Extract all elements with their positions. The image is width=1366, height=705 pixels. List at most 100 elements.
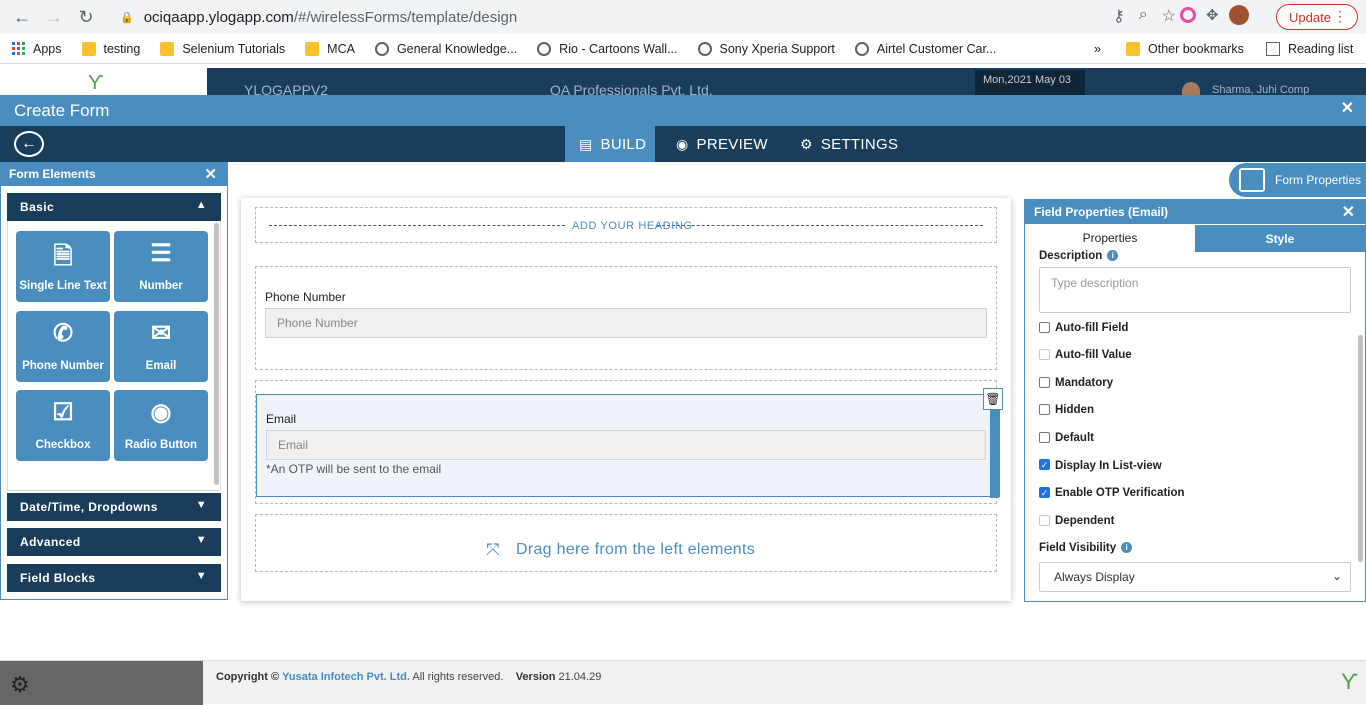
gear-icon[interactable]: ⚙: [10, 672, 30, 698]
description-label-text: Description: [1039, 250, 1103, 262]
element-radio-button[interactable]: ◉ Radio Button: [114, 390, 208, 461]
reading-list[interactable]: Reading list: [1266, 41, 1353, 56]
auto-fill-field-checkbox[interactable]: [1039, 322, 1050, 333]
default-checkbox[interactable]: [1039, 432, 1050, 443]
email-input[interactable]: Email: [266, 430, 986, 460]
user-avatar[interactable]: [1182, 82, 1200, 96]
key-icon[interactable]: ⚷: [1113, 6, 1125, 26]
bookmark-label: Other bookmarks: [1148, 41, 1244, 56]
bookmark-mca[interactable]: MCA: [305, 41, 355, 56]
back-button[interactable]: ←: [14, 131, 44, 157]
tab-label: SETTINGS: [820, 135, 899, 153]
element-checkbox[interactable]: ☑ Checkbox: [16, 390, 110, 461]
tab-settings[interactable]: ⚙ SETTINGS: [800, 126, 898, 162]
tab-build[interactable]: ▤ BUILD: [565, 126, 655, 162]
auto-fill-value-label: Auto-fill Value: [1055, 349, 1132, 361]
app-logo: ϒ: [0, 68, 207, 96]
close-icon[interactable]: ✕: [204, 165, 217, 183]
back-arrow-icon[interactable]: ←: [6, 1, 38, 33]
update-button[interactable]: Update ⋮: [1276, 4, 1358, 30]
drag-handle[interactable]: [990, 395, 999, 498]
bookmark-general-knowledge[interactable]: General Knowledge...: [374, 41, 517, 56]
drag-here-text: Drag here from the left elements: [516, 541, 756, 558]
zoom-icon[interactable]: ⌕: [1139, 6, 1148, 26]
menu-dots-icon[interactable]: ⋮: [1333, 8, 1347, 25]
tab-label: Properties: [1082, 231, 1138, 245]
otp-note: *An OTP will be sent to the email: [266, 462, 442, 476]
folder-icon: [81, 41, 96, 56]
bookmark-sony[interactable]: Sony Xperia Support: [697, 41, 835, 56]
bookmark-selenium[interactable]: Selenium Tutorials: [160, 41, 286, 56]
field-properties-title: Field Properties (Email): [1034, 205, 1169, 219]
puzzle-icon[interactable]: ✥: [1206, 6, 1219, 24]
gear-icon: ⚙: [800, 135, 813, 152]
arrow-left-icon: ←: [21, 135, 37, 152]
reading-list-icon: [1266, 41, 1280, 56]
element-phone-number[interactable]: ✆ Phone Number: [16, 311, 110, 382]
tab-label: BUILD: [600, 135, 647, 153]
bookmark-label: Selenium Tutorials: [182, 41, 286, 56]
bookmarks-overflow[interactable]: »: [1094, 42, 1101, 56]
bookmark-rio[interactable]: Rio - Cartoons Wall...: [537, 41, 678, 56]
display-in-list-view-checkbox[interactable]: ✓: [1039, 459, 1050, 470]
field-properties-tabs: Properties Style: [1025, 225, 1365, 252]
element-number[interactable]: ☰ Number: [114, 231, 208, 302]
field-visibility-select[interactable]: Always Display ⌄: [1039, 562, 1351, 592]
element-email[interactable]: ✉ Email: [114, 311, 208, 382]
section-datetime-dropdowns[interactable]: Date/Time, Dropdowns ▼: [7, 493, 221, 521]
info-icon[interactable]: i: [1107, 250, 1119, 261]
auto-fill-value-checkbox[interactable]: [1039, 349, 1050, 360]
phone-field-label: Phone Number: [265, 290, 346, 304]
date-box: Mon,2021 May 03: [975, 70, 1085, 96]
close-icon[interactable]: ✕: [1342, 202, 1355, 222]
hidden-checkbox[interactable]: [1039, 404, 1050, 415]
display-in-list-view-label: Display In List-view: [1055, 460, 1162, 472]
enable-otp-verification-checkbox[interactable]: ✓: [1039, 487, 1050, 498]
info-icon[interactable]: i: [1121, 542, 1133, 553]
phone-number-input[interactable]: Phone Number: [265, 308, 987, 338]
bookmark-testing[interactable]: testing: [81, 41, 140, 56]
phone-icon: ✆: [52, 320, 74, 347]
email-placeholder: Email: [278, 438, 309, 452]
avatar[interactable]: [1228, 5, 1249, 25]
dependent-checkbox[interactable]: [1039, 515, 1050, 526]
url-host: ociqaapp.ylogapp.com: [143, 8, 294, 26]
bookmark-airtel[interactable]: Airtel Customer Car...: [854, 41, 996, 56]
form-elements-header: Form Elements ✕: [1, 162, 227, 186]
scrollbar[interactable]: [1358, 335, 1363, 562]
section-basic[interactable]: Basic ▲: [7, 193, 221, 221]
email-field-label: Email: [266, 412, 297, 426]
bookmarks-bar: Apps testing Selenium Tutorials MCA Gene…: [0, 34, 1366, 64]
version-label: Version: [515, 671, 556, 683]
add-heading-text[interactable]: ADD YOUR HEADING: [572, 220, 693, 232]
element-single-line-text[interactable]: 🗎 Single Line Text: [16, 231, 110, 302]
trash-icon[interactable]: 🗑: [983, 388, 1003, 410]
scrollbar[interactable]: [214, 223, 219, 485]
form-properties-button[interactable]: Form Properties: [1229, 163, 1366, 197]
extension-color-icon[interactable]: [1180, 7, 1196, 23]
tab-properties[interactable]: Properties: [1025, 225, 1195, 252]
address-bar[interactable]: 🔒 ociqaapp.ylogapp.com/#/wirelessForms/t…: [108, 3, 1174, 31]
forward-arrow-icon[interactable]: →: [38, 1, 70, 33]
company-link[interactable]: Yusata Infotech Pvt. Ltd.: [282, 671, 410, 683]
tab-style[interactable]: Style: [1195, 225, 1365, 252]
form-edit-icon: [1239, 168, 1265, 192]
section-advanced[interactable]: Advanced ▼: [7, 528, 221, 556]
close-icon[interactable]: ✕: [1341, 98, 1354, 118]
reload-icon[interactable]: ↻: [70, 1, 102, 33]
default-label: Default: [1055, 432, 1094, 444]
tab-preview[interactable]: ◉ PREVIEW: [676, 126, 768, 162]
mandatory-checkbox[interactable]: [1039, 377, 1050, 388]
numbered-list-icon: ☰: [150, 240, 172, 267]
field-properties-panel: Field Properties (Email) ✕ Properties St…: [1024, 199, 1366, 602]
description-textarea[interactable]: Type description: [1039, 267, 1351, 313]
bookmark-other[interactable]: Other bookmarks: [1126, 41, 1244, 56]
bookmark-apps[interactable]: Apps: [12, 42, 62, 56]
star-icon[interactable]: ☆: [1162, 6, 1176, 26]
folder-icon: [1126, 41, 1140, 56]
document-icon: 🗎: [53, 243, 73, 270]
globe-icon: [374, 41, 389, 56]
update-label: Update: [1289, 9, 1331, 25]
section-field-blocks[interactable]: Field Blocks ▼: [7, 564, 221, 592]
tab-label: Style: [1265, 231, 1295, 246]
